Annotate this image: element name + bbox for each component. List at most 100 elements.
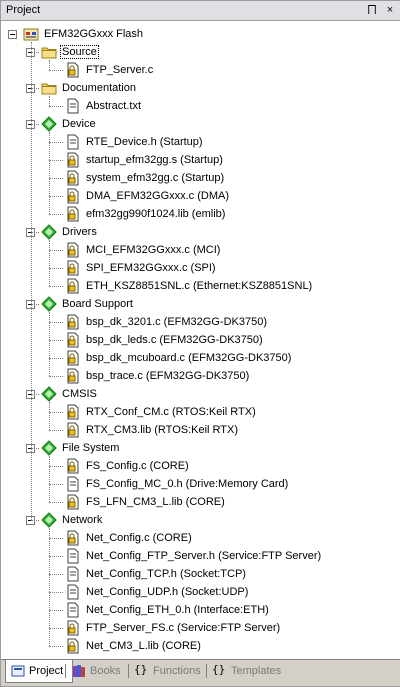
tree-guide-line bbox=[31, 520, 39, 521]
tree-group-board-support[interactable]: Board Support bbox=[41, 295, 135, 313]
tree-guide-line bbox=[49, 160, 63, 161]
tree-file-label: bsp_dk_leds.c (EFM32GG-DK3750) bbox=[86, 334, 263, 346]
folder-icon bbox=[41, 44, 57, 60]
target-icon bbox=[23, 26, 39, 42]
templates-icon: {} bbox=[212, 663, 226, 676]
tree-group-documentation-label: Documentation bbox=[62, 82, 136, 94]
tree-file[interactable]: ETH_KSZ8851SNL.c (Ethernet:KSZ8851SNL) bbox=[65, 277, 314, 295]
tree-guide-line bbox=[49, 528, 50, 646]
tree-root-target[interactable]: EFM32GGxxx Flash bbox=[23, 25, 145, 43]
locked-file-icon bbox=[65, 314, 81, 330]
tree-file[interactable]: bsp_trace.c (EFM32GG-DK3750) bbox=[65, 367, 251, 385]
collapse-toggle-icon[interactable] bbox=[8, 30, 17, 39]
tree-group-source[interactable]: Source bbox=[41, 43, 99, 61]
tree-group-cmsis-label: CMSIS bbox=[62, 388, 97, 400]
tree-guide-line bbox=[49, 340, 63, 341]
tree-file-label: Net_Config_FTP_Server.h (Service:FTP Ser… bbox=[86, 550, 322, 562]
tree-guide-line bbox=[49, 610, 63, 611]
tree-file[interactable]: Net_Config_TCP.h (Socket:TCP) bbox=[65, 565, 248, 583]
tree-group-cmsis[interactable]: CMSIS bbox=[41, 385, 99, 403]
tree-group-network[interactable]: Network bbox=[41, 511, 104, 529]
tree-file-label: Net_Config_ETH_0.h (Interface:ETH) bbox=[86, 604, 269, 616]
file-icon bbox=[65, 584, 81, 600]
tree-file[interactable]: Abstract.txt bbox=[65, 97, 143, 115]
tab-label: Books bbox=[90, 665, 121, 677]
tree-guide-line bbox=[31, 42, 32, 520]
tree-file[interactable]: system_efm32gg.c (Startup) bbox=[65, 169, 226, 187]
tree-file[interactable]: efm32gg990f1024.lib (emlib) bbox=[65, 205, 227, 223]
tree-file[interactable]: Net_Config_FTP_Server.h (Service:FTP Ser… bbox=[65, 547, 323, 565]
tree-file[interactable]: DMA_EFM32GGxxx.c (DMA) bbox=[65, 187, 231, 205]
tree-guide-line bbox=[49, 60, 50, 70]
tree-group-device[interactable]: Device bbox=[41, 115, 98, 133]
component-icon bbox=[41, 386, 57, 402]
tree-guide-line bbox=[49, 376, 63, 377]
tree-group-file-system[interactable]: File System bbox=[41, 439, 121, 457]
tree-file-label: Net_CM3_L.lib (CORE) bbox=[86, 640, 201, 652]
tree-file-label: ETH_KSZ8851SNL.c (Ethernet:KSZ8851SNL) bbox=[86, 280, 313, 292]
tab-label: Templates bbox=[231, 665, 282, 677]
tree-file-label: bsp_dk_3201.c (EFM32GG-DK3750) bbox=[86, 316, 267, 328]
tree-guide-line bbox=[49, 538, 63, 539]
tree-file-label: FTP_Server.c bbox=[86, 64, 154, 76]
tree-file-label: DMA_EFM32GGxxx.c (DMA) bbox=[86, 190, 230, 202]
tree-guide-line bbox=[49, 402, 50, 430]
tree-guide-line bbox=[49, 214, 63, 215]
tree-file-label: Net_Config_UDP.h (Socket:UDP) bbox=[86, 586, 249, 598]
tree-file-label: FS_LFN_CM3_L.lib (CORE) bbox=[86, 496, 225, 508]
tab-project[interactable]: Project bbox=[5, 660, 73, 683]
tree-guide-line bbox=[49, 250, 63, 251]
tree-file[interactable]: RTX_CM3.lib (RTOS:Keil RTX) bbox=[65, 421, 240, 439]
tab-templates[interactable]: {} Templates bbox=[208, 660, 296, 682]
tree-group-documentation[interactable]: Documentation bbox=[41, 79, 138, 97]
tree-file[interactable]: Net_Config.c (CORE) bbox=[65, 529, 194, 547]
tree-file[interactable]: FTP_Server_FS.c (Service:FTP Server) bbox=[65, 619, 282, 637]
tree-file[interactable]: FS_Config.c (CORE) bbox=[65, 457, 191, 475]
tree-file[interactable]: RTE_Device.h (Startup) bbox=[65, 133, 205, 151]
tree-file[interactable]: RTX_Conf_CM.c (RTOS:Keil RTX) bbox=[65, 403, 258, 421]
locked-file-icon bbox=[65, 530, 81, 546]
tree-guide-line bbox=[49, 106, 63, 107]
tree-file[interactable]: SPI_EFM32GGxxx.c (SPI) bbox=[65, 259, 218, 277]
tab-functions[interactable]: {} Functions bbox=[130, 660, 211, 682]
tree-guide-line bbox=[49, 240, 50, 286]
tree-group-drivers[interactable]: Drivers bbox=[41, 223, 99, 241]
tree-file[interactable]: FS_LFN_CM3_L.lib (CORE) bbox=[65, 493, 227, 511]
tree-file[interactable]: startup_efm32gg.s (Startup) bbox=[65, 151, 225, 169]
locked-file-icon bbox=[65, 170, 81, 186]
project-icon bbox=[10, 663, 26, 679]
close-icon[interactable]: × bbox=[384, 4, 396, 16]
tree-file[interactable]: MCI_EFM32GGxxx.c (MCI) bbox=[65, 241, 222, 259]
tree-file-label: system_efm32gg.c (Startup) bbox=[86, 172, 225, 184]
window-title: Project bbox=[6, 4, 41, 16]
tree-file[interactable]: FTP_Server.c bbox=[65, 61, 155, 79]
tree-guide-line bbox=[49, 178, 63, 179]
tree-file-label: bsp_trace.c (EFM32GG-DK3750) bbox=[86, 370, 250, 382]
tab-books[interactable]: Books bbox=[67, 660, 133, 682]
component-icon bbox=[41, 440, 57, 456]
tree-guide-line bbox=[49, 646, 63, 647]
file-icon bbox=[65, 548, 81, 564]
tree-file[interactable]: Net_Config_UDP.h (Socket:UDP) bbox=[65, 583, 250, 601]
tree-guide-line bbox=[31, 394, 39, 395]
project-tree: EFM32GGxxx Flash Source FTP_Server.c Docume… bbox=[1, 21, 400, 660]
tree-file[interactable]: bsp_dk_3201.c (EFM32GG-DK3750) bbox=[65, 313, 269, 331]
tree-guide-line bbox=[49, 466, 63, 467]
locked-file-icon bbox=[65, 242, 81, 258]
tree-group-device-label: Device bbox=[62, 118, 96, 130]
tree-guide-line bbox=[49, 312, 50, 376]
tree-file[interactable]: FS_Config_MC_0.h (Drive:Memory Card) bbox=[65, 475, 290, 493]
locked-file-icon bbox=[65, 332, 81, 348]
tree-root-target-label: EFM32GGxxx Flash bbox=[44, 28, 144, 40]
tree-file-label: Net_Config_TCP.h (Socket:TCP) bbox=[86, 568, 246, 580]
tree-guide-line bbox=[49, 322, 63, 323]
tree-file-label: RTX_CM3.lib (RTOS:Keil RTX) bbox=[86, 424, 239, 436]
tree-file[interactable]: Net_Config_ETH_0.h (Interface:ETH) bbox=[65, 601, 271, 619]
tree-file-label: SPI_EFM32GGxxx.c (SPI) bbox=[86, 262, 216, 274]
tree-file[interactable]: bsp_dk_mcuboard.c (EFM32GG-DK3750) bbox=[65, 349, 293, 367]
tree-file[interactable]: Net_CM3_L.lib (CORE) bbox=[65, 637, 203, 655]
tree-file[interactable]: bsp_dk_leds.c (EFM32GG-DK3750) bbox=[65, 331, 265, 349]
pin-icon[interactable]: ⨅ bbox=[366, 4, 378, 16]
tree-guide-line bbox=[31, 232, 39, 233]
tree-guide-line bbox=[31, 124, 39, 125]
